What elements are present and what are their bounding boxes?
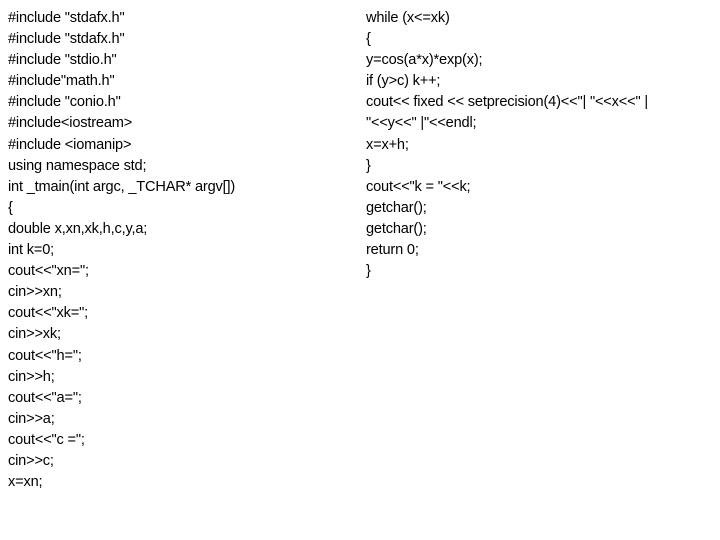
- code-line: x=x+h;: [366, 136, 409, 153]
- code-line: cout<< fixed << setprecision(4)<<"| "<<x…: [366, 94, 648, 111]
- code-line: if (y>c) k++;: [366, 73, 441, 90]
- code-line: #include<iostream>: [8, 115, 133, 132]
- code-line: cin>>c;: [8, 452, 54, 469]
- code-line: x=xn;: [8, 474, 43, 491]
- code-line: #include"math.h": [8, 73, 115, 90]
- code-line: #include "conio.h": [8, 94, 121, 111]
- code-line: cin>>xn;: [8, 284, 62, 301]
- code-line: cin>>xk;: [8, 326, 61, 343]
- code-line: }: [366, 263, 371, 280]
- code-line: cout<<"xk=";: [8, 305, 89, 322]
- code-line: cout<<"xn=";: [8, 263, 89, 280]
- code-line: cout<<"c =";: [8, 431, 85, 448]
- code-line: {: [8, 199, 13, 216]
- code-line: "<<y<<" |"<<endl;: [366, 115, 477, 132]
- code-line: #include "stdafx.h": [8, 31, 125, 48]
- code-line: {: [366, 31, 371, 48]
- code-line: #include "stdafx.h": [8, 10, 125, 26]
- code-line: cin>>h;: [8, 368, 55, 385]
- code-listing-slide: #include "stdafx.h" #include "stdafx.h" #i…: [0, 0, 720, 540]
- code-line: cout<<"k = "<<k;: [366, 178, 471, 195]
- code-line: y=cos(a*x)*exp(x);: [366, 52, 483, 69]
- code-line: #include "stdio.h": [8, 52, 117, 69]
- code-line: double x,xn,xk,h,c,y,a;: [8, 220, 148, 237]
- code-line: }: [366, 157, 371, 174]
- code-line: cout<<"h=";: [8, 347, 82, 364]
- code-line: int k=0;: [8, 242, 55, 259]
- code-line: cin>>a;: [8, 410, 55, 427]
- code-line: using namespace std;: [8, 157, 147, 174]
- code-line: getchar();: [366, 199, 427, 216]
- code-line: return 0;: [366, 242, 419, 259]
- code-column-right: while (x<=xk) { y=cos(a*x)*exp(x); if (y>c)…: [366, 8, 716, 282]
- code-line: while (x<=xk): [366, 10, 450, 26]
- code-line: #include <iomanip>: [8, 136, 132, 153]
- code-line: int _tmain(int argc, _TCHAR* argv[]): [8, 178, 236, 195]
- code-line: cout<<"a=";: [8, 389, 82, 406]
- code-line: getchar();: [366, 220, 427, 237]
- code-column-left: #include "stdafx.h" #include "stdafx.h" #i…: [8, 8, 360, 493]
